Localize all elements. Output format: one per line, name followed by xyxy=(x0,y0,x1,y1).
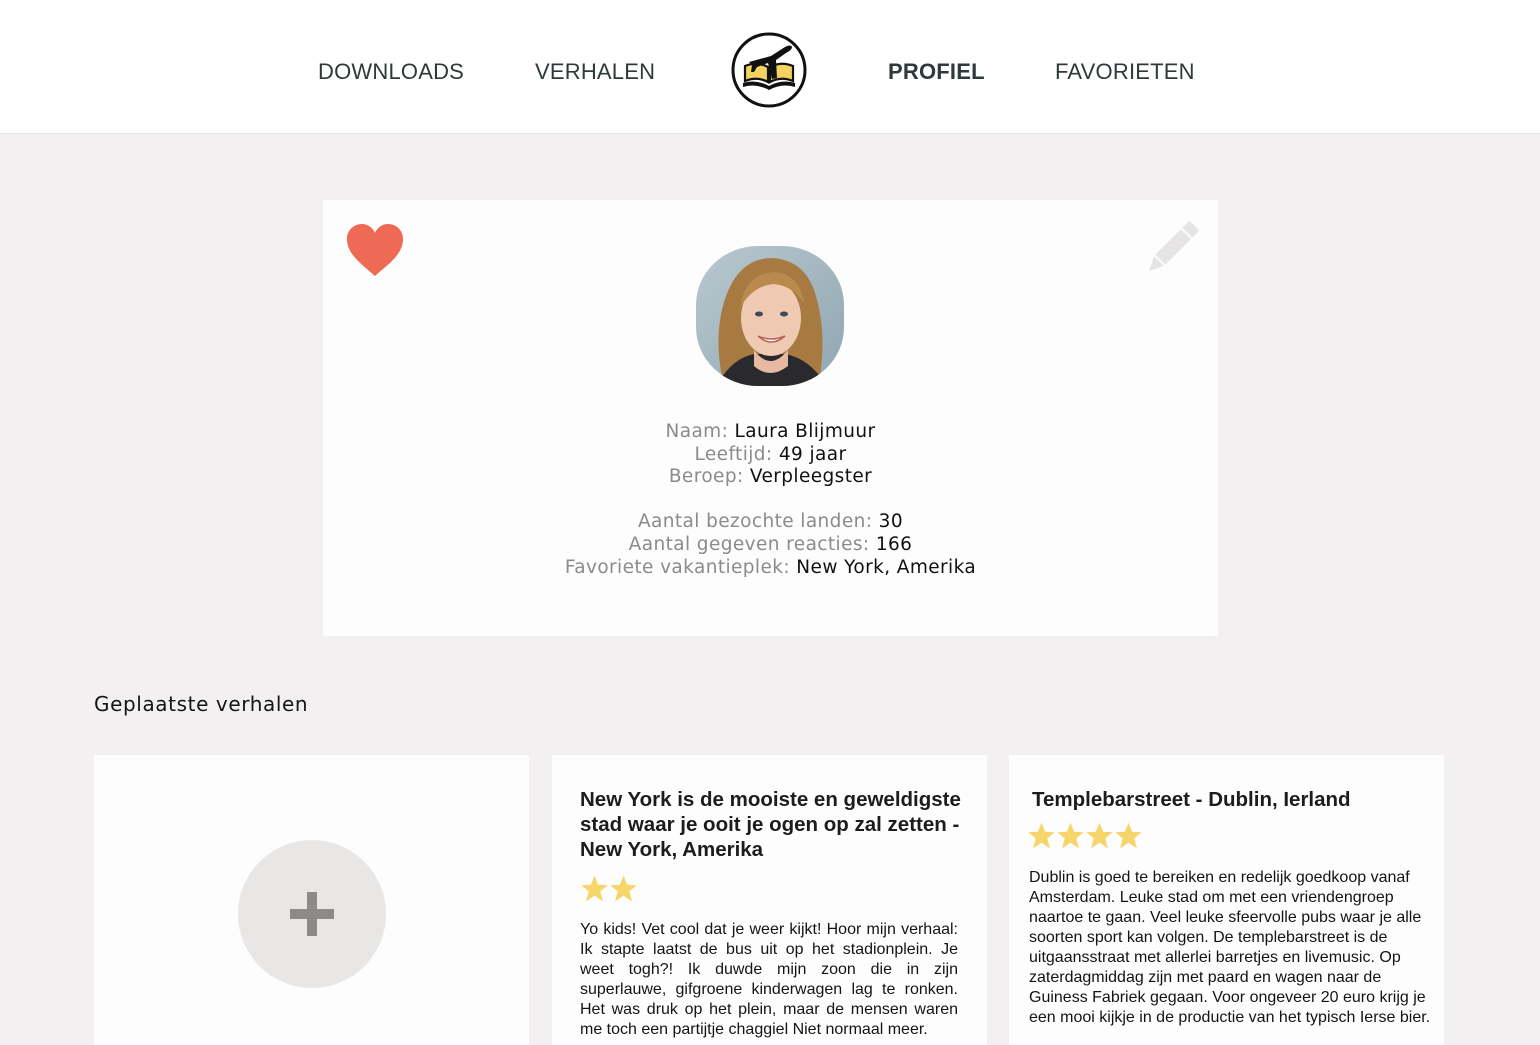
story-rating xyxy=(1027,822,1143,852)
logo-icon[interactable] xyxy=(731,32,807,108)
landen-value: 30 xyxy=(878,511,903,533)
reacties-value: 166 xyxy=(875,533,913,555)
info-row-reacties: Aantal gegeven reacties: 166 xyxy=(323,534,1218,557)
vakantieplek-label: Favoriete vakantieplek: xyxy=(564,556,791,578)
section-title: Geplaatste verhalen xyxy=(94,692,309,716)
star-icon xyxy=(610,875,637,902)
vakantieplek-value: New York, Amerika xyxy=(796,556,977,578)
story-card[interactable]: Templebarstreet - Dublin, Ierland Dublin… xyxy=(1009,755,1444,1045)
info-row-naam: Naam: Laura Blijmuur xyxy=(323,421,1218,444)
story-title[interactable]: New York is de mooiste en geweldigste st… xyxy=(580,787,970,862)
reacties-label: Aantal gegeven reacties: xyxy=(628,533,870,555)
nav-profiel[interactable]: PROFIEL xyxy=(888,58,985,86)
naam-value: Laura Blijmuur xyxy=(734,421,876,442)
star-icon xyxy=(1086,822,1113,849)
story-excerpt: Dublin is goed te bereiken en redelijk g… xyxy=(1029,869,1431,1026)
leeftijd-value: 49 jaar xyxy=(778,443,847,465)
star-icon xyxy=(1115,822,1142,849)
avatar xyxy=(696,246,844,386)
story-title[interactable]: Templebarstreet - Dublin, Ierland xyxy=(1032,787,1432,812)
profile-card: Naam: Laura Blijmuur Leeftijd: 49 jaar B… xyxy=(323,200,1218,636)
star-icon xyxy=(1028,822,1055,849)
landen-label: Aantal bezochte landen: xyxy=(637,511,873,533)
naam-label: Naam: xyxy=(665,421,729,442)
beroep-label: Beroep: xyxy=(668,466,744,488)
nav-favorieten[interactable]: FAVORIETEN xyxy=(1055,58,1195,86)
profile-info: Naam: Laura Blijmuur Leeftijd: 49 jaar B… xyxy=(323,421,1218,579)
info-row-leeftijd: Leeftijd: 49 jaar xyxy=(323,444,1218,467)
add-story-button[interactable] xyxy=(238,840,386,988)
star-icon xyxy=(1057,822,1084,849)
heart-icon[interactable] xyxy=(345,222,405,278)
info-row-beroep: Beroep: Verpleegster xyxy=(323,466,1218,489)
story-card[interactable]: New York is de mooiste en geweldigste st… xyxy=(552,755,987,1045)
nav-downloads[interactable]: DOWNLOADS xyxy=(318,58,464,86)
leeftijd-label: Leeftijd: xyxy=(694,443,773,465)
star-icon xyxy=(581,875,608,902)
top-navigation: DOWNLOADS VERHALEN PROFIEL FAVORIETEN xyxy=(0,0,1540,134)
info-row-vakantieplek: Favoriete vakantieplek: New York, Amerik… xyxy=(323,557,1218,580)
beroep-value: Verpleegster xyxy=(749,466,873,488)
story-excerpt: Yo kids! Vet cool dat je weer kijkt! Hoo… xyxy=(580,921,958,1038)
plus-icon xyxy=(290,892,334,936)
add-story-card[interactable] xyxy=(94,755,529,1045)
story-rating xyxy=(580,875,638,905)
info-row-landen: Aantal bezochte landen: 30 xyxy=(323,511,1218,534)
pencil-icon[interactable] xyxy=(1142,220,1200,278)
nav-verhalen[interactable]: VERHALEN xyxy=(535,58,655,86)
